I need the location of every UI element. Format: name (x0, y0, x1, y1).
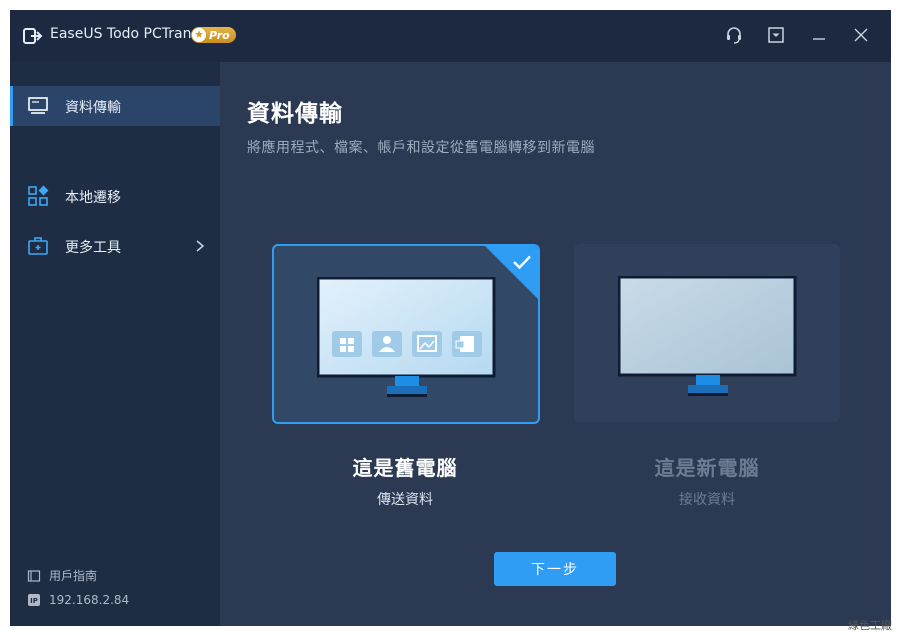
checkmark-icon (513, 255, 531, 270)
old-pc-monitor-icon (317, 277, 496, 397)
svg-text:IP: IP (30, 597, 38, 605)
ip-address-value: 192.168.2.84 (49, 593, 130, 607)
toolbox-icon (28, 237, 48, 255)
close-icon[interactable] (850, 24, 872, 46)
sidebar-item-more-tools[interactable]: 更多工具 (10, 226, 220, 266)
star-icon: ★ (192, 28, 206, 42)
watermark: 綠色工廠 (848, 619, 892, 632)
app-title: EaseUS Todo PCTrans (50, 26, 199, 42)
sidebar-item-local-migration[interactable]: 本地遷移 (10, 176, 220, 216)
next-button[interactable]: 下一步 (494, 552, 616, 586)
app-window: EaseUS Todo PCTrans ★ Pro 資料傳輸 本地遷移 更多工具… (10, 10, 891, 626)
monitor-icon (28, 97, 48, 114)
page-title: 資料傳輸 (247, 101, 343, 127)
option-card-old-pc[interactable] (272, 244, 540, 424)
minimize-icon[interactable] (808, 24, 830, 46)
menu-dropdown-icon[interactable] (765, 24, 787, 46)
support-headset-icon[interactable] (723, 24, 745, 46)
apps-grid-icon (28, 185, 49, 206)
pro-badge-label: Pro (209, 28, 230, 42)
title-bar: EaseUS Todo PCTrans ★ Pro (10, 10, 891, 62)
app-logo-icon (23, 28, 43, 44)
new-pc-monitor-icon (618, 276, 797, 396)
option-card-new-pc[interactable] (574, 244, 840, 422)
page-subtitle: 將應用程式、檔案、帳戶和設定從舊電腦轉移到新電腦 (247, 140, 595, 156)
sidebar-item-label: 資料傳輸 (65, 100, 121, 116)
book-icon (27, 569, 41, 582)
old-pc-subtitle: 傳送資料 (377, 492, 433, 508)
new-pc-title: 這是新電腦 (654, 456, 760, 480)
ip-icon: IP (28, 594, 40, 606)
sidebar: 資料傳輸 本地遷移 更多工具 用戶指南 IP 192.168.2.84 (10, 62, 220, 626)
old-pc-title: 這是舊電腦 (352, 456, 458, 480)
main-panel: 資料傳輸 將應用程式、檔案、帳戶和設定從舊電腦轉移到新電腦 這是舊電腦 傳送資料… (220, 62, 891, 626)
pro-badge: ★ Pro (191, 27, 236, 43)
sidebar-item-data-transfer[interactable]: 資料傳輸 (10, 86, 220, 126)
chevron-right-icon (196, 240, 205, 252)
user-guide-label: 用戶指南 (49, 569, 98, 583)
ip-address: IP 192.168.2.84 (27, 593, 129, 607)
new-pc-subtitle: 接收資料 (679, 492, 735, 508)
sidebar-item-label: 本地遷移 (65, 190, 121, 206)
sidebar-item-label: 更多工具 (65, 240, 121, 256)
user-guide-link[interactable]: 用戶指南 (27, 567, 97, 584)
